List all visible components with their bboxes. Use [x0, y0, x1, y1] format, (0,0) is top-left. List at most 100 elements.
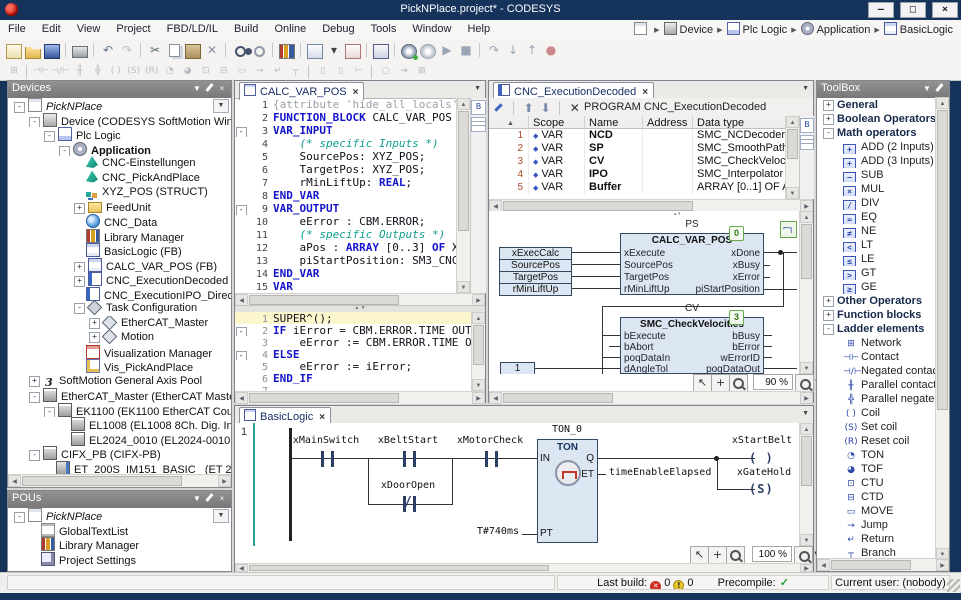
insert-parallel-contact-button[interactable]: ╫: [72, 64, 88, 78]
code-line[interactable]: 5 eError := iError;: [235, 360, 471, 372]
code-line[interactable]: 7: [235, 384, 471, 391]
fbd-input-box[interactable]: rMinLiftUp: [499, 283, 572, 296]
insert-contact-button[interactable]: ⊣⊢: [33, 64, 49, 78]
insert-reset-coil-button[interactable]: (R): [144, 64, 160, 78]
menu-item-online[interactable]: Online: [266, 20, 314, 40]
toolbox-section-functionblocks[interactable]: +Function blocks: [817, 308, 949, 322]
expand-toggle-icon[interactable]: -: [44, 131, 55, 142]
insert-branch-button[interactable]: ┬: [288, 64, 304, 78]
clean-button[interactable]: [344, 42, 362, 60]
insert-box-button[interactable]: ▯: [315, 64, 331, 78]
expand-toggle-icon[interactable]: +: [89, 332, 100, 343]
paste-button[interactable]: [184, 42, 202, 60]
find-button[interactable]: [231, 42, 249, 60]
fbd-input-pin[interactable]: dAngleTol: [624, 364, 668, 374]
tree-item[interactable]: +EtherCAT_Master: [8, 316, 231, 331]
toolbox-item[interactable]: ⊞Network: [817, 336, 949, 350]
fbd-zoom-level[interactable]: 90 %: [753, 374, 793, 390]
step-over-button[interactable]: ↷: [485, 42, 503, 60]
expand-toggle-icon[interactable]: +: [823, 296, 834, 307]
fbd-canvas[interactable]: xExecCalcSourcePosTargetPosrMinLiftUp1PS…: [489, 211, 799, 374]
redo-button[interactable]: ↷: [118, 42, 136, 60]
tab-close-icon[interactable]: ×: [353, 87, 359, 98]
toolbox-item[interactable]: ≠NE: [817, 224, 949, 238]
tree-dropdown-icon[interactable]: ▼: [213, 99, 229, 113]
set-coil-label[interactable]: xGateHold: [725, 467, 799, 478]
expand-toggle-icon[interactable]: +: [89, 318, 100, 329]
code-line[interactable]: 6 TargetPos: XYZ_POS;: [235, 163, 456, 176]
tab-list-dropdown-icon[interactable]: ▼: [802, 85, 809, 92]
print-button[interactable]: [71, 42, 89, 60]
tree-item[interactable]: -CIFX_PB (CIFX-PB): [8, 446, 231, 461]
ladder-zoom-level[interactable]: 100 %: [752, 546, 792, 562]
expand-toggle-icon[interactable]: +: [823, 310, 834, 321]
body-vscrollbar[interactable]: ▲▼: [471, 312, 485, 391]
tree-item[interactable]: CNC_Data: [8, 214, 231, 229]
insert-ctd-button[interactable]: ⊟: [216, 64, 232, 78]
step-into-button[interactable]: ↓: [504, 42, 522, 60]
table-row[interactable]: 4◆VARIPOSMC_Interpolator: [489, 168, 785, 181]
pan-tool-button[interactable]: +: [708, 546, 727, 564]
code-line[interactable]: 1SUPER^();: [235, 312, 471, 324]
expand-toggle-icon[interactable]: -: [14, 102, 25, 113]
pt-value-label[interactable]: T#740ms: [471, 526, 519, 537]
tree-item[interactable]: -Plc Logic: [8, 127, 231, 142]
ladder-canvas[interactable]: 1/xMainSwitchxBeltStartxMotorCheckxDoorO…: [235, 423, 799, 546]
toolbox-item[interactable]: ⊣/⊢Negated contact: [817, 364, 949, 378]
toolbox-item[interactable]: ▭MOVE: [817, 504, 949, 518]
menu-item-help[interactable]: Help: [459, 20, 498, 40]
insert-set-coil-button[interactable]: (S): [126, 64, 142, 78]
maximize-button[interactable]: □: [900, 2, 926, 18]
fbd-output-pin[interactable]: bBusy: [732, 331, 760, 342]
toolbox-item[interactable]: ╫Parallel contact: [817, 378, 949, 392]
toolbox-item[interactable]: ↵Return: [817, 532, 949, 546]
tree-item[interactable]: +Motion: [8, 330, 231, 345]
build-dropdown-button[interactable]: ▾: [325, 42, 343, 60]
select-tool-button[interactable]: ↖: [690, 546, 709, 564]
contact-label[interactable]: xBeltStart: [373, 435, 443, 446]
table-row[interactable]: 3◆VARCVSMC_CheckVelocities: [489, 155, 785, 168]
expand-toggle-icon[interactable]: -: [823, 128, 834, 139]
toolbox-item[interactable]: ≤LE: [817, 252, 949, 266]
insert-box-with-en-button[interactable]: ▯: [333, 64, 349, 78]
ladder-vscrollbar[interactable]: ▲▼: [799, 423, 813, 546]
table-view-icon[interactable]: [800, 135, 814, 150]
expand-toggle-icon[interactable]: -: [29, 392, 40, 403]
tree-item[interactable]: Library Manager: [8, 229, 231, 244]
fbd-output-pin[interactable]: xError: [733, 272, 760, 284]
toolbox-item[interactable]: ⊡CTU: [817, 476, 949, 490]
tree-item[interactable]: -Application: [8, 142, 231, 157]
zoom-select-button[interactable]: [795, 374, 814, 392]
tree-item[interactable]: Visualization Manager: [8, 345, 231, 360]
fbd-block-smc_checkvelocities[interactable]: SMC_CheckVelocitiesbExecutebBusybAbortbE…: [620, 317, 764, 374]
contact-label[interactable]: xMainSwitch: [291, 435, 361, 446]
zoom-tool-button[interactable]: [726, 546, 745, 564]
insert-ctu-button[interactable]: ⊡: [198, 64, 214, 78]
toolbox-section-ladderelements[interactable]: -Ladder elements: [817, 322, 949, 336]
step-out-button[interactable]: ↑: [523, 42, 541, 60]
new-device-button[interactable]: [372, 42, 390, 60]
tree-item[interactable]: Library Manager: [8, 537, 231, 552]
code-line[interactable]: 14END_VAR: [235, 267, 456, 280]
insert-network-button[interactable]: ⊞: [6, 64, 22, 78]
insert-coil-button[interactable]: ( ): [108, 64, 124, 78]
code-line[interactable]: -9VAR_OUTPUT: [235, 202, 456, 215]
toolbox-item[interactable]: ≥GE: [817, 280, 949, 294]
toolbox-section-general[interactable]: +General: [817, 98, 949, 112]
toolbox-item[interactable]: ×MUL: [817, 182, 949, 196]
fbd-output-pin[interactable]: xBusy: [733, 260, 760, 272]
breadcrumb-item-plclogic[interactable]: Plc Logic: [743, 24, 788, 36]
toolbox-item[interactable]: →Jump: [817, 518, 949, 532]
start-button[interactable]: ▶: [438, 42, 456, 60]
copy-button[interactable]: [165, 42, 183, 60]
toolbox-hscrollbar[interactable]: ◀▶: [817, 558, 949, 571]
fbd-input-pin[interactable]: bAbort: [624, 342, 653, 353]
toolbox-section-mathoperators[interactable]: -Math operators: [817, 126, 949, 140]
column-header-scope[interactable]: Scope: [529, 116, 585, 129]
logout-button[interactable]: [419, 42, 437, 60]
tree-item[interactable]: -Device (CODESYS SoftMotion Win V3): [8, 113, 231, 128]
tree-item[interactable]: CNC_PickAndPlace: [8, 171, 231, 186]
expand-toggle-icon[interactable]: -: [29, 450, 40, 461]
toolbox-item[interactable]: (S)Set coil: [817, 420, 949, 434]
toolbox-item[interactable]: ⊟CTD: [817, 490, 949, 504]
